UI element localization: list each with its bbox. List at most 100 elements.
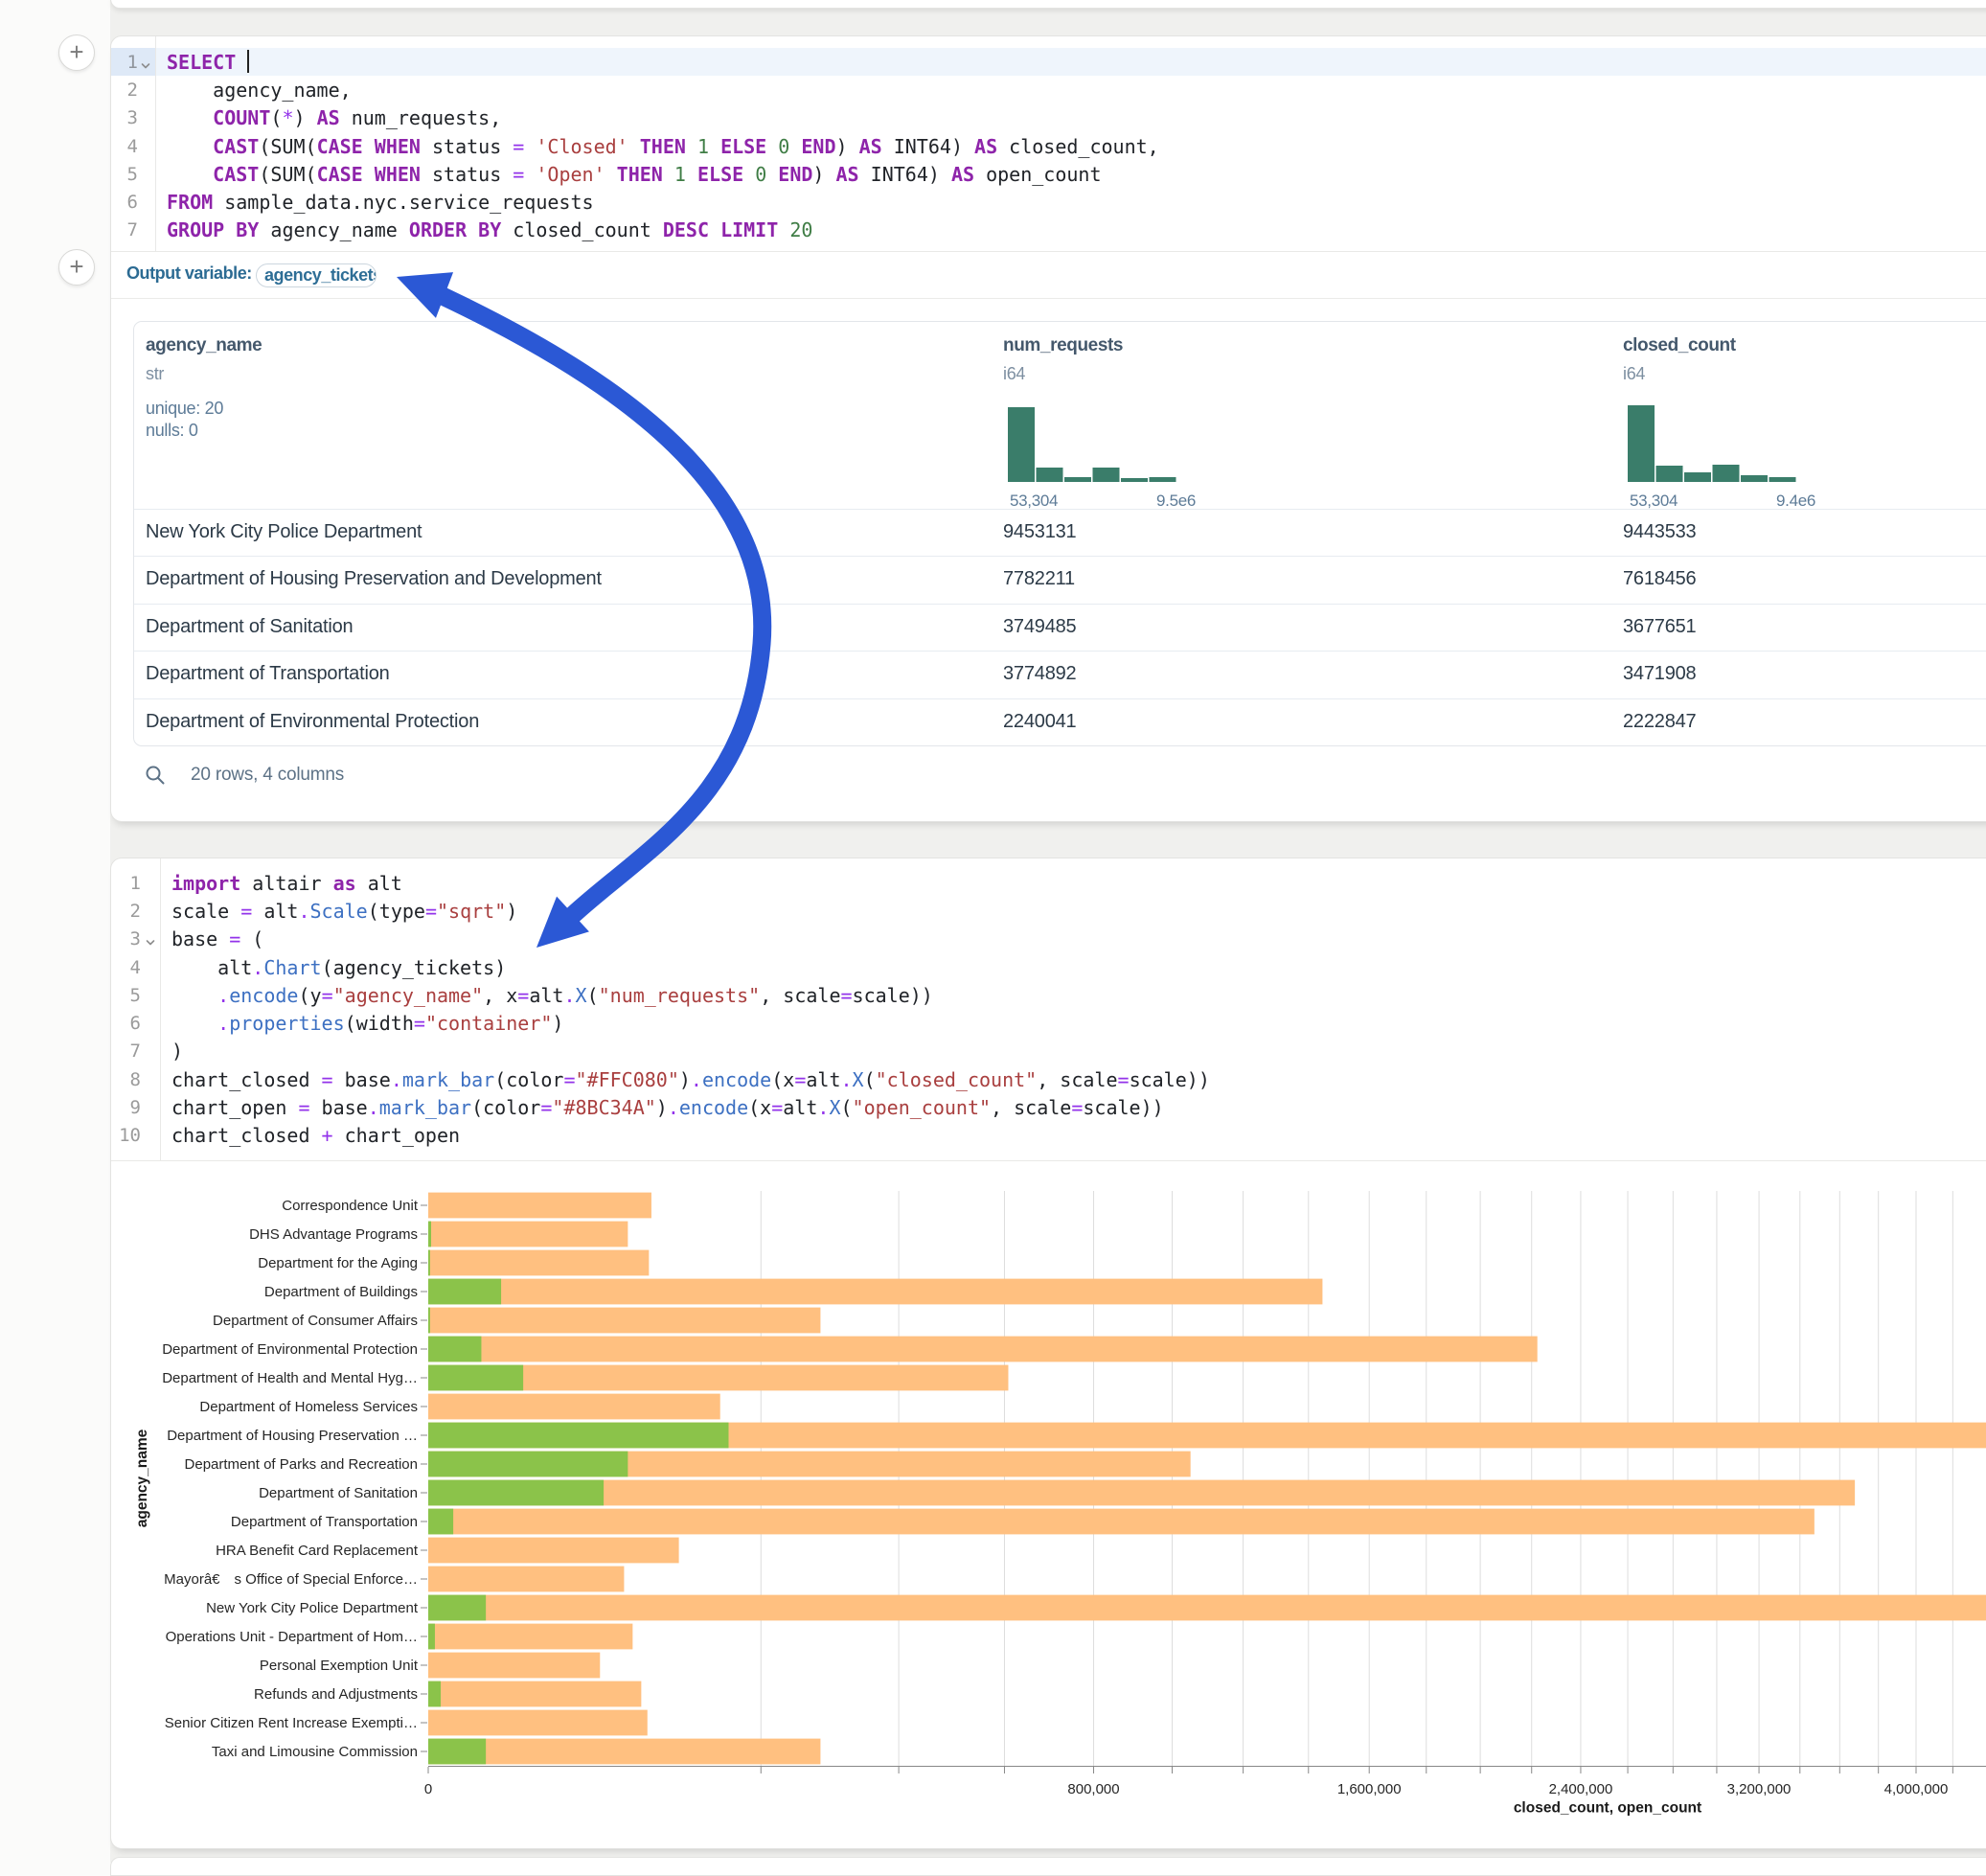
y-axis-label: Taxi and Limousine Commission: [212, 1744, 418, 1760]
code-line[interactable]: 6 .properties(width="container"): [111, 1009, 1986, 1037]
line-number: 6: [130, 1013, 160, 1034]
y-axis-label: Department of Environmental Protection: [162, 1341, 418, 1358]
code-line-text: GROUP BY agency_name ORDER BY closed_cou…: [156, 218, 812, 241]
table-dimensions: 20 rows, 4 columns: [191, 765, 344, 786]
table-row[interactable]: Department of Sanitation37494853677651: [134, 604, 1986, 652]
bar-closed_count: [428, 1538, 679, 1564]
bar-closed_count: [428, 1394, 720, 1420]
line-number: 5: [130, 985, 160, 1006]
table-row[interactable]: New York City Police Department945313194…: [134, 509, 1986, 557]
code-line[interactable]: 3base = (: [111, 926, 1986, 953]
column-header[interactable]: num_requests: [1003, 335, 1123, 356]
python-cell: 1import altair as alt2scale = alt.Scale(…: [110, 858, 1986, 1849]
results-table: agency_namestrunique: 20nulls: 0num_requ…: [133, 321, 1986, 746]
column-header[interactable]: closed_count: [1623, 335, 1736, 356]
bar-open_count: [428, 1337, 481, 1362]
fold-chevron-icon[interactable]: [141, 61, 150, 71]
line-number: 4: [130, 957, 160, 978]
code-line[interactable]: 6FROM sample_data.nyc.service_requests: [111, 188, 1986, 216]
y-axis-label: HRA Benefit Card Replacement: [216, 1543, 419, 1559]
add-cell-button[interactable]: +: [58, 34, 95, 71]
histogram-bar: [1008, 407, 1035, 482]
column-histogram: [1008, 405, 1178, 485]
text-cursor: [247, 50, 249, 73]
line-number: 9: [130, 1097, 160, 1118]
bar-open_count: [428, 1480, 604, 1506]
column-header[interactable]: agency_name: [146, 335, 262, 356]
y-axis-label: Senior Citizen Rent Increase Exempti…: [165, 1715, 418, 1731]
code-line-text: .properties(width="container"): [161, 1012, 563, 1035]
line-number: 3: [127, 107, 155, 128]
histogram-min-label: 53,304: [1010, 492, 1058, 511]
histogram-bar: [1628, 405, 1655, 482]
code-line[interactable]: 2 agency_name,: [111, 76, 1986, 103]
code-line[interactable]: 3 COUNT(*) AS num_requests,: [111, 104, 1986, 132]
table-cell: 3677651: [1623, 616, 1696, 638]
table-row[interactable]: Department of Transportation377489234719…: [134, 651, 1986, 698]
search-icon[interactable]: [144, 764, 167, 787]
bar-open_count: [428, 1423, 728, 1449]
line-number: 10: [119, 1125, 160, 1146]
y-axis-title: agency_name: [134, 1429, 150, 1527]
add-cell-button[interactable]: +: [58, 249, 95, 286]
y-axis-label: Department of Transportation: [231, 1514, 418, 1530]
sql-code-editor[interactable]: 1SELECT 2 agency_name,3 COUNT(*) AS num_…: [111, 36, 1986, 251]
code-line[interactable]: 5 CAST(SUM(CASE WHEN status = 'Open' THE…: [111, 160, 1986, 188]
code-line[interactable]: 4 alt.Chart(agency_tickets): [111, 953, 1986, 981]
code-line-text: FROM sample_data.nyc.service_requests: [156, 191, 594, 214]
code-line-text: base = (: [161, 927, 263, 950]
bar-open_count: [428, 1624, 435, 1650]
output-variable-pill[interactable]: agency_tickets: [256, 263, 377, 287]
python-code-editor[interactable]: 1import altair as alt2scale = alt.Scale(…: [111, 858, 1986, 1160]
table-cell: New York City Police Department: [146, 521, 422, 543]
bar-closed_count: [428, 1624, 632, 1650]
bar-open_count: [428, 1250, 430, 1276]
y-axis-label: Department of Sanitation: [259, 1485, 418, 1501]
code-line-text: ): [161, 1040, 183, 1063]
y-axis-label: Department of Health and Mental Hyg…: [162, 1370, 418, 1386]
bar-closed_count: [428, 1337, 1538, 1362]
x-axis-label: 800,000: [1067, 1781, 1119, 1797]
code-line[interactable]: 1import altair as alt: [111, 869, 1986, 897]
bar-open_count: [428, 1279, 501, 1305]
histogram-max-label: 9.5e6: [1156, 492, 1196, 511]
code-line[interactable]: 1SELECT: [111, 48, 1986, 76]
code-line-text: SELECT: [156, 50, 249, 74]
fold-chevron-icon[interactable]: [146, 938, 155, 948]
code-line[interactable]: 7GROUP BY agency_name ORDER BY closed_co…: [111, 217, 1986, 244]
bar-open_count: [428, 1222, 431, 1247]
histogram-bar: [1037, 468, 1063, 482]
code-line[interactable]: 5 .encode(y="agency_name", x=alt.X("num_…: [111, 981, 1986, 1009]
line-number: 6: [127, 192, 155, 213]
table-cell: 7618456: [1623, 568, 1696, 590]
code-line[interactable]: 8chart_closed = base.mark_bar(color="#FF…: [111, 1065, 1986, 1093]
histogram-bar: [1713, 465, 1740, 482]
histogram-bar: [1064, 477, 1091, 482]
code-line[interactable]: 2scale = alt.Scale(type="sqrt"): [111, 897, 1986, 925]
code-line-text: chart_closed = base.mark_bar(color="#FFC…: [161, 1068, 1210, 1091]
bar-closed_count: [428, 1739, 820, 1765]
histogram-bar: [1769, 477, 1796, 482]
table-cell: 9453131: [1003, 521, 1076, 543]
table-row[interactable]: Department of Environmental Protection22…: [134, 698, 1986, 746]
x-axis-label: 2,400,000: [1549, 1781, 1613, 1797]
sql-cell: 1SELECT 2 agency_name,3 COUNT(*) AS num_…: [110, 35, 1986, 822]
code-line[interactable]: 7): [111, 1038, 1986, 1065]
code-line[interactable]: 10chart_closed + chart_open: [111, 1122, 1986, 1150]
table-cell: 2222847: [1623, 711, 1696, 733]
code-line[interactable]: 4 CAST(SUM(CASE WHEN status = 'Closed' T…: [111, 132, 1986, 160]
line-number: 2: [130, 901, 160, 922]
bar-closed_count: [428, 1567, 624, 1592]
bar-open_count: [428, 1509, 453, 1535]
y-axis-label: DHS Advantage Programs: [249, 1226, 418, 1243]
histogram-bar: [1093, 468, 1120, 482]
histogram-bar: [1150, 477, 1176, 482]
column-dtype: i64: [1623, 364, 1645, 384]
x-axis-label: 4,000,000: [1884, 1781, 1949, 1797]
code-line-text: COUNT(*) AS num_requests,: [156, 106, 501, 129]
table-row[interactable]: Department of Housing Preservation and D…: [134, 556, 1986, 604]
bar-closed_count: [428, 1710, 648, 1736]
table-cell: 3471908: [1623, 663, 1696, 685]
bar-open_count: [428, 1308, 430, 1334]
code-line[interactable]: 9chart_open = base.mark_bar(color="#8BC3…: [111, 1093, 1986, 1121]
